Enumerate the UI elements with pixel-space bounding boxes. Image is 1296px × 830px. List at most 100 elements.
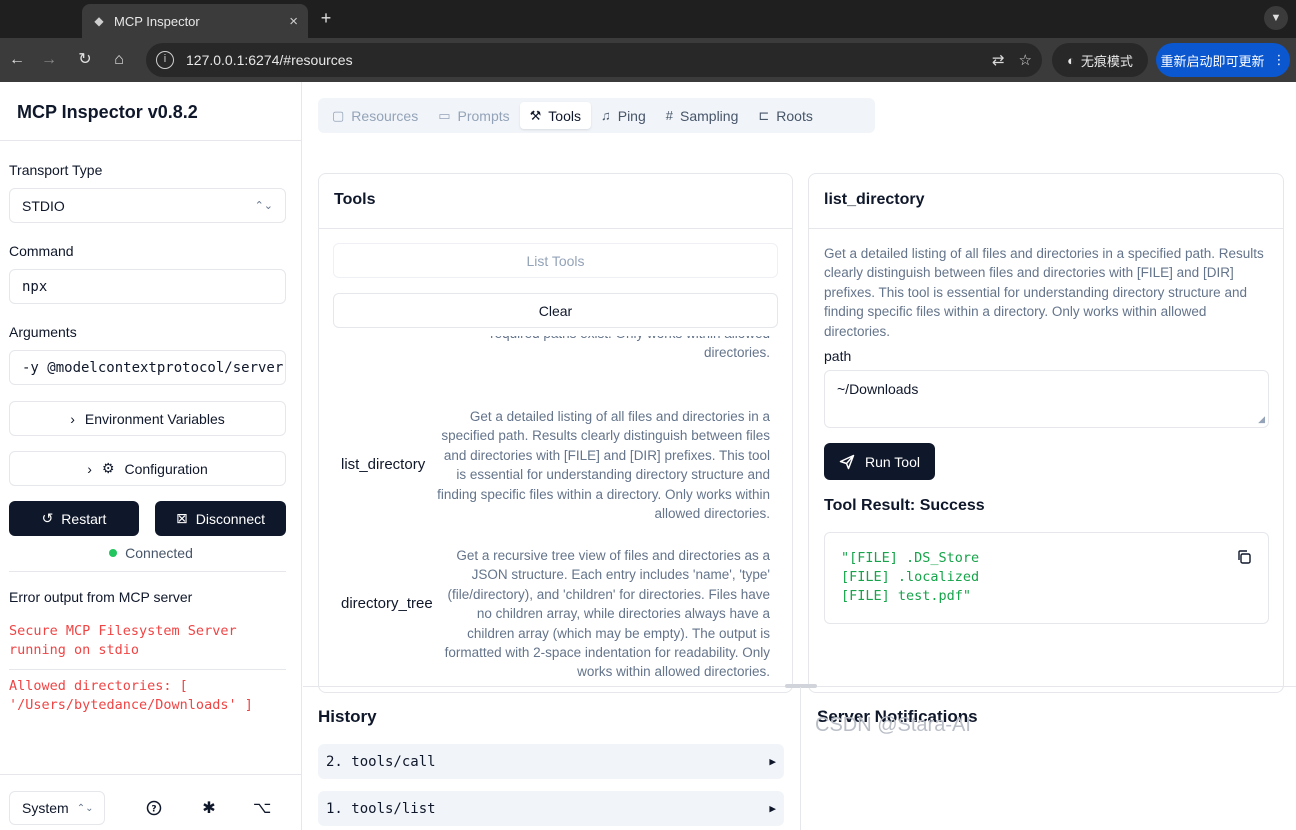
address-bar[interactable]: i 127.0.0.1:6274/#resources ⇄ ☆ xyxy=(146,43,1042,77)
tool-list: required paths exist. Only works within … xyxy=(319,336,792,692)
connection-status: Connected xyxy=(0,545,302,561)
main-content: ▢ Resources ▭ Prompts ⚒ Tools ♫ Ping # S… xyxy=(303,82,1296,830)
tab-search-chevron-icon[interactable]: ▼ xyxy=(1264,6,1288,30)
tool-result-title: Tool Result: Success xyxy=(824,497,985,514)
tool-detail-title: list_directory xyxy=(824,191,925,208)
browser-tab-title: MCP Inspector xyxy=(114,13,200,29)
watermark: CSDN @Stara-AI xyxy=(815,714,971,736)
tool-item[interactable]: required paths exist. Only works within … xyxy=(319,336,792,374)
theme-select[interactable]: System ⌃⌄ xyxy=(9,791,105,825)
translate-icon[interactable]: ⇄ xyxy=(992,51,1005,69)
back-arrow-icon[interactable]: ← xyxy=(6,49,28,71)
svg-text:?: ? xyxy=(151,805,156,815)
tab-ping[interactable]: ♫ Ping xyxy=(591,102,656,129)
bookmark-star-icon[interactable]: ☆ xyxy=(1019,51,1032,69)
tools-card-title: Tools xyxy=(334,191,376,208)
panel-resize-handle[interactable] xyxy=(785,684,817,688)
tool-item-directory-tree[interactable]: directory_tree Get a recursive tree view… xyxy=(319,546,792,686)
kebab-menu-icon: ⋮ xyxy=(1272,52,1286,67)
list-tools-button[interactable]: List Tools xyxy=(333,243,778,278)
history-vertical-divider xyxy=(800,687,801,830)
relaunch-update-button[interactable]: 重新启动即可更新 ⋮ xyxy=(1156,43,1290,77)
transport-type-label: Transport Type xyxy=(9,162,103,178)
disconnect-button[interactable]: ⊠ Disconnect xyxy=(155,501,286,536)
environment-variables-button[interactable]: › Environment Variables xyxy=(9,401,286,436)
github-icon[interactable]: ⌥ xyxy=(253,800,271,818)
forward-arrow-icon[interactable]: → xyxy=(38,49,60,71)
arguments-label: Arguments xyxy=(9,324,77,340)
history-item[interactable]: 1. tools/list ▶ xyxy=(318,791,784,826)
card-divider xyxy=(809,228,1283,229)
browser-toolbar: ← → ↻ ⌂ i 127.0.0.1:6274/#resources ⇄ ☆ … xyxy=(0,38,1296,82)
history-item-label: 2. tools/call xyxy=(326,753,436,770)
close-tab-icon[interactable]: × xyxy=(289,13,298,30)
select-chevron-icon: ⌃⌄ xyxy=(254,200,273,212)
reload-icon[interactable]: ↻ xyxy=(74,49,96,71)
home-icon[interactable]: ⌂ xyxy=(108,49,130,71)
sidebar-divider xyxy=(9,669,286,670)
transport-type-select[interactable]: STDIO ⌃⌄ xyxy=(9,188,286,223)
tab-label: Roots xyxy=(776,107,813,124)
run-tool-button[interactable]: Run Tool xyxy=(824,443,935,480)
history-item[interactable]: 2. tools/call ▶ xyxy=(318,744,784,779)
tool-detail-card: list_directory Get a detailed listing of… xyxy=(808,173,1284,693)
connection-status-text: Connected xyxy=(125,545,193,561)
incognito-icon: ◐ xyxy=(1067,52,1075,68)
bug-icon[interactable]: ✱ xyxy=(200,800,218,818)
tab-label: Prompts xyxy=(457,107,510,124)
error-output-line: Secure MCP Filesystem Server running on … xyxy=(9,623,237,658)
result-line: "[FILE] .DS_Store xyxy=(841,550,980,566)
path-value: ~/Downloads xyxy=(837,381,919,397)
resize-grip-icon[interactable]: ◢ xyxy=(1258,414,1265,425)
browser-tab[interactable]: ◆ MCP Inspector × xyxy=(82,4,308,38)
tool-item-list-directory[interactable]: list_directory Get a detailed listing of… xyxy=(319,407,792,527)
tab-tools[interactable]: ⚒ Tools xyxy=(519,102,591,129)
tab-roots[interactable]: ⊏ Roots xyxy=(748,102,822,129)
tool-result-box: "[FILE] .DS_Store [FILE] .localized [FIL… xyxy=(824,532,1269,624)
status-dot-icon xyxy=(109,549,118,557)
disconnect-label: Disconnect xyxy=(195,510,265,527)
card-divider xyxy=(319,228,792,229)
browser-tab-bar: ◆ MCP Inspector × + ▼ xyxy=(0,0,1296,38)
tab-resources[interactable]: ▢ Resources xyxy=(322,102,428,129)
environment-variables-label: Environment Variables xyxy=(84,410,225,427)
command-input[interactable]: npx xyxy=(9,269,286,304)
tab-label: Ping xyxy=(617,107,646,124)
error-output-title: Error output from MCP server xyxy=(9,589,193,605)
tab-prompts[interactable]: ▭ Prompts xyxy=(428,102,519,129)
unplug-icon: ⊠ xyxy=(176,510,188,526)
configuration-button[interactable]: › ⚙ Configuration xyxy=(9,451,286,486)
arguments-input[interactable]: -y @modelcontextprotocol/server-filesyst… xyxy=(9,350,286,385)
arguments-value: -y @modelcontextprotocol/server-filesyst… xyxy=(22,359,286,376)
tool-detail-description: Get a detailed listing of all files and … xyxy=(824,246,1264,339)
tool-description: Get a recursive tree view of files and d… xyxy=(444,548,770,680)
folder-tree-icon: ⊏ xyxy=(758,107,770,123)
incognito-indicator[interactable]: ◐ 无痕模式 xyxy=(1052,43,1148,77)
new-tab-button[interactable]: + xyxy=(316,6,336,30)
address-url: 127.0.0.1:6274/#resources xyxy=(186,52,353,68)
path-label: path xyxy=(824,348,852,364)
message-icon: ▭ xyxy=(438,107,451,123)
help-circle-icon[interactable]: ? xyxy=(145,800,163,818)
run-tool-label: Run Tool xyxy=(864,453,920,470)
incognito-label: 无痕模式 xyxy=(1080,53,1133,69)
tab-label: Resources xyxy=(351,107,419,124)
tool-name: directory_tree xyxy=(341,595,433,612)
update-label: 重新启动即可更新 xyxy=(1160,53,1265,69)
tab-label: Sampling xyxy=(680,107,739,124)
restart-button[interactable]: ↺ Restart xyxy=(9,501,139,536)
clear-button[interactable]: Clear xyxy=(333,293,778,328)
expand-triangle-icon: ▶ xyxy=(769,755,776,768)
restart-label: Restart xyxy=(61,510,107,527)
tool-description: required paths exist. Only works within … xyxy=(490,336,770,361)
bell-icon: ♫ xyxy=(600,108,611,123)
site-info-icon[interactable]: i xyxy=(156,51,174,69)
app-title: MCP Inspector v0.8.2 xyxy=(17,102,198,122)
restart-icon: ↺ xyxy=(41,510,54,526)
command-label: Command xyxy=(9,243,74,259)
path-textarea[interactable]: ~/Downloads ◢ xyxy=(824,370,1269,428)
hash-icon: # xyxy=(665,108,673,123)
copy-icon[interactable] xyxy=(1236,549,1252,565)
hammer-icon: ⚒ xyxy=(529,107,542,123)
tab-sampling[interactable]: # Sampling xyxy=(656,102,749,129)
